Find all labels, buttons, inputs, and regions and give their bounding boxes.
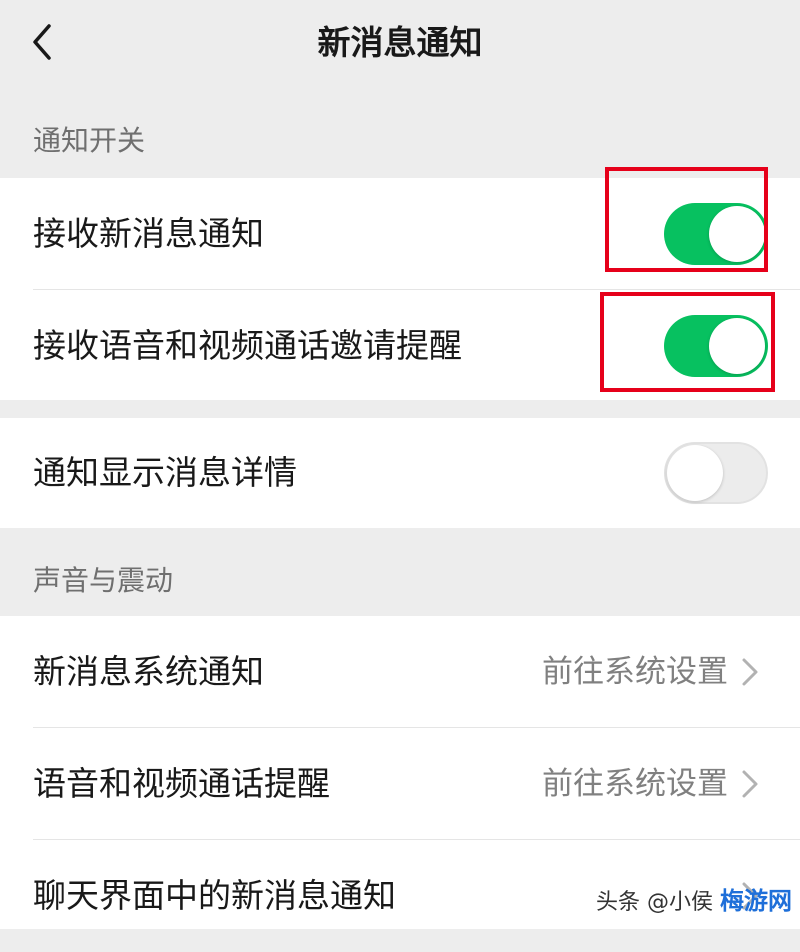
row-label: 接收语音和视频通话邀请提醒 [33, 326, 462, 365]
row-label: 接收新消息通知 [33, 214, 264, 253]
section-header-notify: 通知开关 [0, 86, 800, 178]
toggle-knob [667, 445, 723, 501]
row-call-reminder[interactable]: 语音和视频通话提醒 前往系统设置 [0, 728, 800, 840]
highlight-box [605, 167, 768, 272]
row-show-message-detail: 通知显示消息详情 [0, 418, 800, 528]
row-system-notification[interactable]: 新消息系统通知 前往系统设置 [0, 616, 800, 728]
navigation-bar: 新消息通知 [0, 0, 800, 86]
watermark-author: 头条 @小侯 [596, 890, 713, 915]
row-label: 新消息系统通知 [33, 652, 264, 691]
show-message-detail-toggle[interactable] [664, 442, 768, 504]
row-label: 聊天界面中的新消息通知 [33, 876, 396, 915]
row-value: 前往系统设置 [542, 654, 728, 690]
chevron-right-icon [742, 770, 758, 798]
watermark: 头条 @小侯 梅游网 [596, 883, 792, 919]
row-label: 通知显示消息详情 [33, 453, 297, 492]
page-title: 新消息通知 [317, 23, 483, 62]
row-value: 前往系统设置 [542, 766, 728, 802]
section-header-sound: 声音与震动 [0, 528, 800, 616]
row-label: 语音和视频通话提醒 [33, 764, 330, 803]
watermark-site: 梅游网 [720, 887, 792, 915]
highlight-box [600, 292, 775, 392]
detail-switch-group: 通知显示消息详情 [0, 418, 800, 528]
chevron-right-icon [742, 658, 758, 686]
